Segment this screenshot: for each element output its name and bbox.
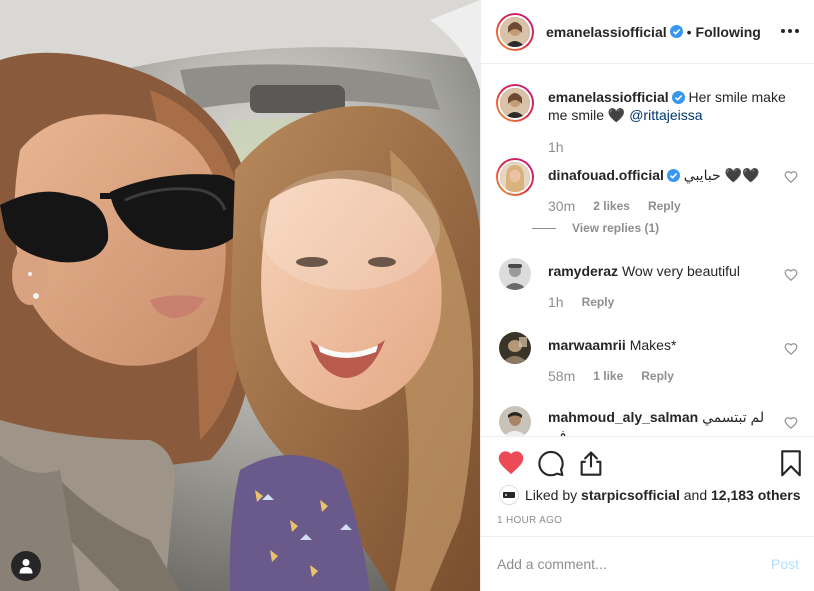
caption-meta: 1h (548, 139, 564, 155)
comment-username[interactable]: mahmoud_aly_salman (548, 409, 698, 425)
verified-badge-icon (669, 25, 683, 38)
view-replies-label: View replies (1) (572, 221, 660, 235)
comment-time[interactable]: 1h (548, 294, 564, 310)
add-comment-bar: Post (481, 536, 814, 591)
liked-by-avatar[interactable] (499, 485, 519, 505)
comment-body: Wow very beautiful (621, 263, 740, 279)
view-replies-button[interactable]: View replies (1) (532, 221, 659, 235)
tagged-users-button[interactable] (11, 551, 41, 581)
comment-time[interactable]: 30m (548, 198, 575, 214)
comment-meta: 30m 2 likes Reply (548, 198, 681, 214)
post-photo[interactable] (0, 0, 480, 591)
commenter-avatar-image (499, 406, 531, 436)
post-timestamp[interactable]: 1 HOUR AGO (497, 515, 562, 526)
author-username[interactable]: emanelassiofficial (546, 24, 667, 40)
more-options-icon (781, 29, 799, 33)
comment-username[interactable]: marwaamrii (548, 337, 626, 353)
caption-avatar[interactable] (496, 84, 534, 122)
like-comment-heart-icon[interactable] (784, 268, 798, 282)
like-comment-heart-icon[interactable] (784, 342, 798, 356)
comment-time[interactable]: 58m (548, 368, 575, 384)
commenter-avatar-image (499, 258, 531, 290)
commenter-avatar-image (500, 162, 530, 192)
comment-text: mahmoud_aly_salman لم تبتسمي في " (548, 408, 778, 436)
comments-list[interactable]: emanelassiofficial Her smile make me smi… (481, 64, 814, 436)
share-icon[interactable] (577, 449, 605, 477)
comment-item: dinafouad.official حبايبي 🖤🖤 30m 2 likes… (496, 158, 800, 238)
post-comment-button[interactable]: Post (771, 556, 799, 572)
comment-meta: 1h Reply (548, 294, 614, 310)
reply-button[interactable]: Reply (648, 199, 681, 213)
liked-heart-icon[interactable] (497, 449, 525, 477)
comment-username[interactable]: ramyderaz (548, 263, 618, 279)
comment-input[interactable] (497, 554, 757, 574)
author-avatar-image (500, 16, 530, 47)
comment-item: marwaamrii Makes* 58m 1 like Reply (496, 332, 800, 392)
post-actions: Liked by starpicsofficial and 12,183 oth… (481, 436, 814, 536)
comment-body: حبايبي 🖤🖤 (683, 167, 760, 183)
author-avatar[interactable] (496, 12, 534, 51)
caption-username[interactable]: emanelassiofficial (548, 89, 669, 105)
selfie-image (0, 0, 480, 591)
comment-username[interactable]: dinafouad.official (548, 167, 664, 183)
comment-likes[interactable]: 2 likes (593, 199, 630, 213)
liked-by-middle: and (679, 487, 712, 503)
caption: emanelassiofficial Her smile make me smi… (496, 84, 800, 164)
comment-meta: 58m 1 like Reply (548, 368, 674, 384)
comment-body: Makes* (629, 337, 677, 353)
reply-button[interactable]: Reply (641, 369, 674, 383)
comment-text: ramyderaz Wow very beautiful (548, 262, 778, 280)
like-comment-heart-icon[interactable] (784, 416, 798, 430)
comment-text: dinafouad.official حبايبي 🖤🖤 (548, 166, 778, 184)
reply-button[interactable]: Reply (582, 295, 615, 309)
caption-avatar-image (500, 88, 530, 118)
liked-by-row: Liked by starpicsofficial and 12,183 oth… (499, 485, 801, 505)
commenter-avatar[interactable] (499, 332, 531, 364)
caption-time[interactable]: 1h (548, 139, 564, 155)
verified-badge-icon (666, 169, 680, 182)
commenter-avatar[interactable] (496, 158, 534, 196)
verified-badge-icon (671, 91, 685, 104)
commenter-avatar[interactable] (499, 258, 531, 290)
person-icon (19, 559, 33, 574)
like-comment-heart-icon[interactable] (784, 170, 798, 184)
starpics-logo-icon (500, 486, 518, 504)
caption-mention-link[interactable]: @rittajeissa (629, 107, 702, 123)
liked-by-username[interactable]: starpicsofficial (581, 487, 680, 503)
likes-count-button[interactable]: 12,183 others (711, 487, 801, 503)
post-header: emanelassiofficial • Following (481, 0, 814, 64)
commenter-avatar[interactable] (499, 406, 531, 436)
comment-item: mahmoud_aly_salman لم تبتسمي في " (496, 406, 800, 436)
caption-text: emanelassiofficial Her smile make me smi… (548, 88, 788, 124)
comment-item: ramyderaz Wow very beautiful 1h Reply (496, 258, 800, 318)
divider-line (532, 227, 556, 229)
post-side-panel: emanelassiofficial • Following emanelass… (480, 0, 814, 591)
liked-by-prefix: Liked by (525, 487, 582, 503)
save-bookmark-icon[interactable] (777, 449, 805, 477)
comment-bubble-icon[interactable] (537, 449, 565, 477)
following-button[interactable]: Following (696, 24, 761, 40)
header-separator: • (686, 23, 692, 40)
commenter-avatar-image (499, 332, 531, 364)
more-options-button[interactable] (779, 20, 801, 42)
comment-text: marwaamrii Makes* (548, 336, 778, 354)
comment-likes[interactable]: 1 like (593, 369, 623, 383)
